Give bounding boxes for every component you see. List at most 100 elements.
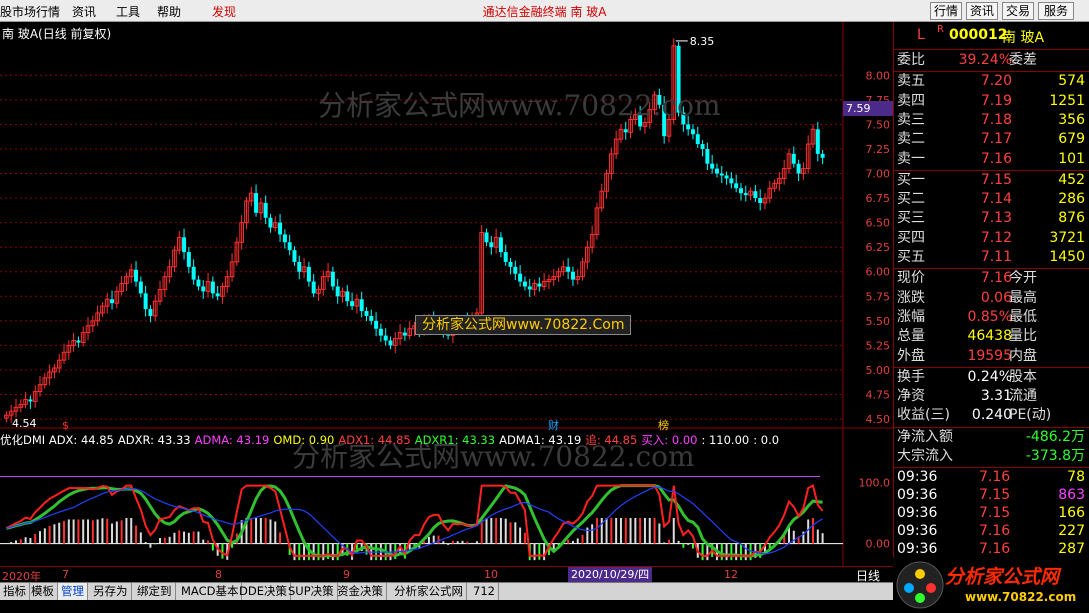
news-button[interactable]: 资讯 <box>966 2 998 20</box>
tick-price: 7.16 <box>979 523 1011 540</box>
candle-body <box>484 232 489 243</box>
tick-row: 09:36 7.15 166 <box>897 504 1087 523</box>
tab-9[interactable]: 分析家公式网 <box>391 583 467 601</box>
row-value2: 1251 <box>1049 92 1085 109</box>
ask-row: 卖五 7.20 574 <box>897 72 1087 91</box>
candle-body <box>527 286 532 290</box>
candle-body <box>210 281 215 294</box>
row-value: 7.11 <box>980 249 1012 265</box>
candle-body <box>503 252 508 262</box>
row-value: 7.16 <box>980 150 1012 167</box>
row-label: 卖一 <box>897 150 925 167</box>
row-label: 买四 <box>897 229 925 246</box>
candle-body <box>374 320 379 329</box>
indicator-value-1: ADXR: 43.33 <box>117 433 191 447</box>
tick-row: 09:36 7.15 863 <box>897 486 1087 505</box>
time-label: 10 <box>484 568 498 581</box>
quotes-button[interactable]: 行情 <box>930 2 962 20</box>
candle-body <box>335 286 340 297</box>
y-tick-label: 6.75 <box>866 192 891 205</box>
service-button[interactable]: 服务 <box>1038 2 1074 20</box>
tab-8[interactable]: 资金决策 <box>334 583 387 601</box>
ask-row: 卖三 7.18 356 <box>897 111 1087 130</box>
candle-body <box>719 173 724 176</box>
tab-3[interactable]: 另存为 <box>90 583 132 601</box>
bid-row: 买五 7.11 1450 <box>897 248 1087 267</box>
tab-0[interactable]: 指标 <box>0 583 30 601</box>
tick-time: 09:36 <box>897 469 938 486</box>
row-value: 7.19 <box>980 92 1012 109</box>
candle-body <box>369 315 374 321</box>
event-marker: 榜 <box>658 418 669 432</box>
candle-body <box>570 271 575 280</box>
candle-body <box>306 266 311 282</box>
quote-panel: L R 000012 南 玻A 委比 39.24% 委差 卖五 7.20 574 卖四 7.1… <box>893 22 1089 613</box>
tick-time: 09:36 <box>897 505 938 522</box>
indicator-value-5: ADXR1: 43.33 <box>414 433 496 447</box>
bid-row: 买一 7.15 452 <box>897 171 1087 190</box>
row-label2: 流通 <box>1009 388 1037 405</box>
candle-body <box>345 291 350 302</box>
menu-bar: 股市场行情 资讯 工具 帮助 发现 通达信金融终端 南 玻A 行情 资讯 交易 服务 <box>0 0 1089 22</box>
tick-vol: 227 <box>1058 523 1085 540</box>
tick-row: 09:36 7.16 227 <box>897 522 1087 541</box>
tab-7[interactable]: SUP决策 <box>285 583 338 601</box>
candle-body <box>201 286 206 292</box>
event-marker: 财 <box>548 418 559 432</box>
indicator-value-6: ADMA1: 43.19 <box>499 433 582 447</box>
row-label: 卖五 <box>897 73 925 90</box>
candle-body <box>710 163 715 169</box>
tab-2[interactable]: 管理 <box>58 583 88 601</box>
row-value2: 679 <box>1058 131 1085 148</box>
candle-body <box>186 252 191 267</box>
time-axis: 2020年 7 8 9 10 12 2020/10/29/四 日线 <box>0 566 893 583</box>
candle-body <box>815 129 820 154</box>
row-label2: 股本 <box>1009 368 1037 385</box>
time-label: 12 <box>724 568 738 581</box>
bid-row: 买三 7.13 876 <box>897 209 1087 228</box>
row-label: 涨幅 <box>897 308 925 325</box>
candle-body <box>743 193 748 196</box>
row-label: 收益(三) <box>897 407 950 424</box>
y-tick-label: 7.50 <box>866 118 891 131</box>
tab-10[interactable]: 712 <box>470 583 499 601</box>
tab-4[interactable]: 绑定到 <box>134 583 176 601</box>
candle-body <box>518 273 523 282</box>
logo-icon <box>896 561 944 609</box>
candle-body <box>143 293 148 310</box>
row-value: 0.240 <box>971 407 1012 424</box>
tick-vol: 863 <box>1058 487 1085 504</box>
candle-body <box>364 311 369 316</box>
row-value: 0.06 <box>980 289 1012 306</box>
candle-body <box>28 399 33 402</box>
row-label: 外盘 <box>897 347 925 364</box>
tick-row: 09:36 7.16 287 <box>897 540 1087 559</box>
ind-axis-label: 0.00 <box>866 538 891 551</box>
kline-chart-area[interactable]: 8.007.757.507.257.006.756.506.256.005.75… <box>0 22 893 566</box>
row-label: 换手 <box>897 368 925 385</box>
tab-6[interactable]: DDE决策 <box>236 583 291 601</box>
candle-body <box>695 134 700 145</box>
row-label: 净资 <box>897 388 925 405</box>
y-tick-label: 5.00 <box>866 364 891 377</box>
r-mark: R <box>937 24 944 35</box>
candle-body <box>690 129 695 135</box>
y-tick-label: 8.00 <box>866 69 891 82</box>
row-label2: PE(动) <box>1009 407 1052 424</box>
indicator-value-7: 追: 44.85 <box>585 433 638 447</box>
stat-row: 外盘 19595 内盘 <box>897 347 1087 366</box>
indicator-value-8: 买入: 0.00 <box>641 433 698 447</box>
tab-5[interactable]: MACD基本 <box>178 583 243 601</box>
row-label: 现价 <box>897 270 925 287</box>
indicator-value-9: : 110.00 <box>701 433 750 447</box>
trade-button[interactable]: 交易 <box>1002 2 1034 20</box>
tab-1[interactable]: 模板 <box>28 583 58 601</box>
row-value: 7.15 <box>980 171 1012 188</box>
window-title: 通达信金融终端 南 玻A <box>482 5 607 19</box>
row-value2: 876 <box>1058 210 1085 227</box>
row-label: 卖三 <box>897 111 925 128</box>
y-tick-label: 4.75 <box>866 389 891 402</box>
candle-body <box>196 279 201 287</box>
flow-row: 大宗流入 -373.8万 <box>897 447 1087 466</box>
candle-body <box>388 340 393 346</box>
